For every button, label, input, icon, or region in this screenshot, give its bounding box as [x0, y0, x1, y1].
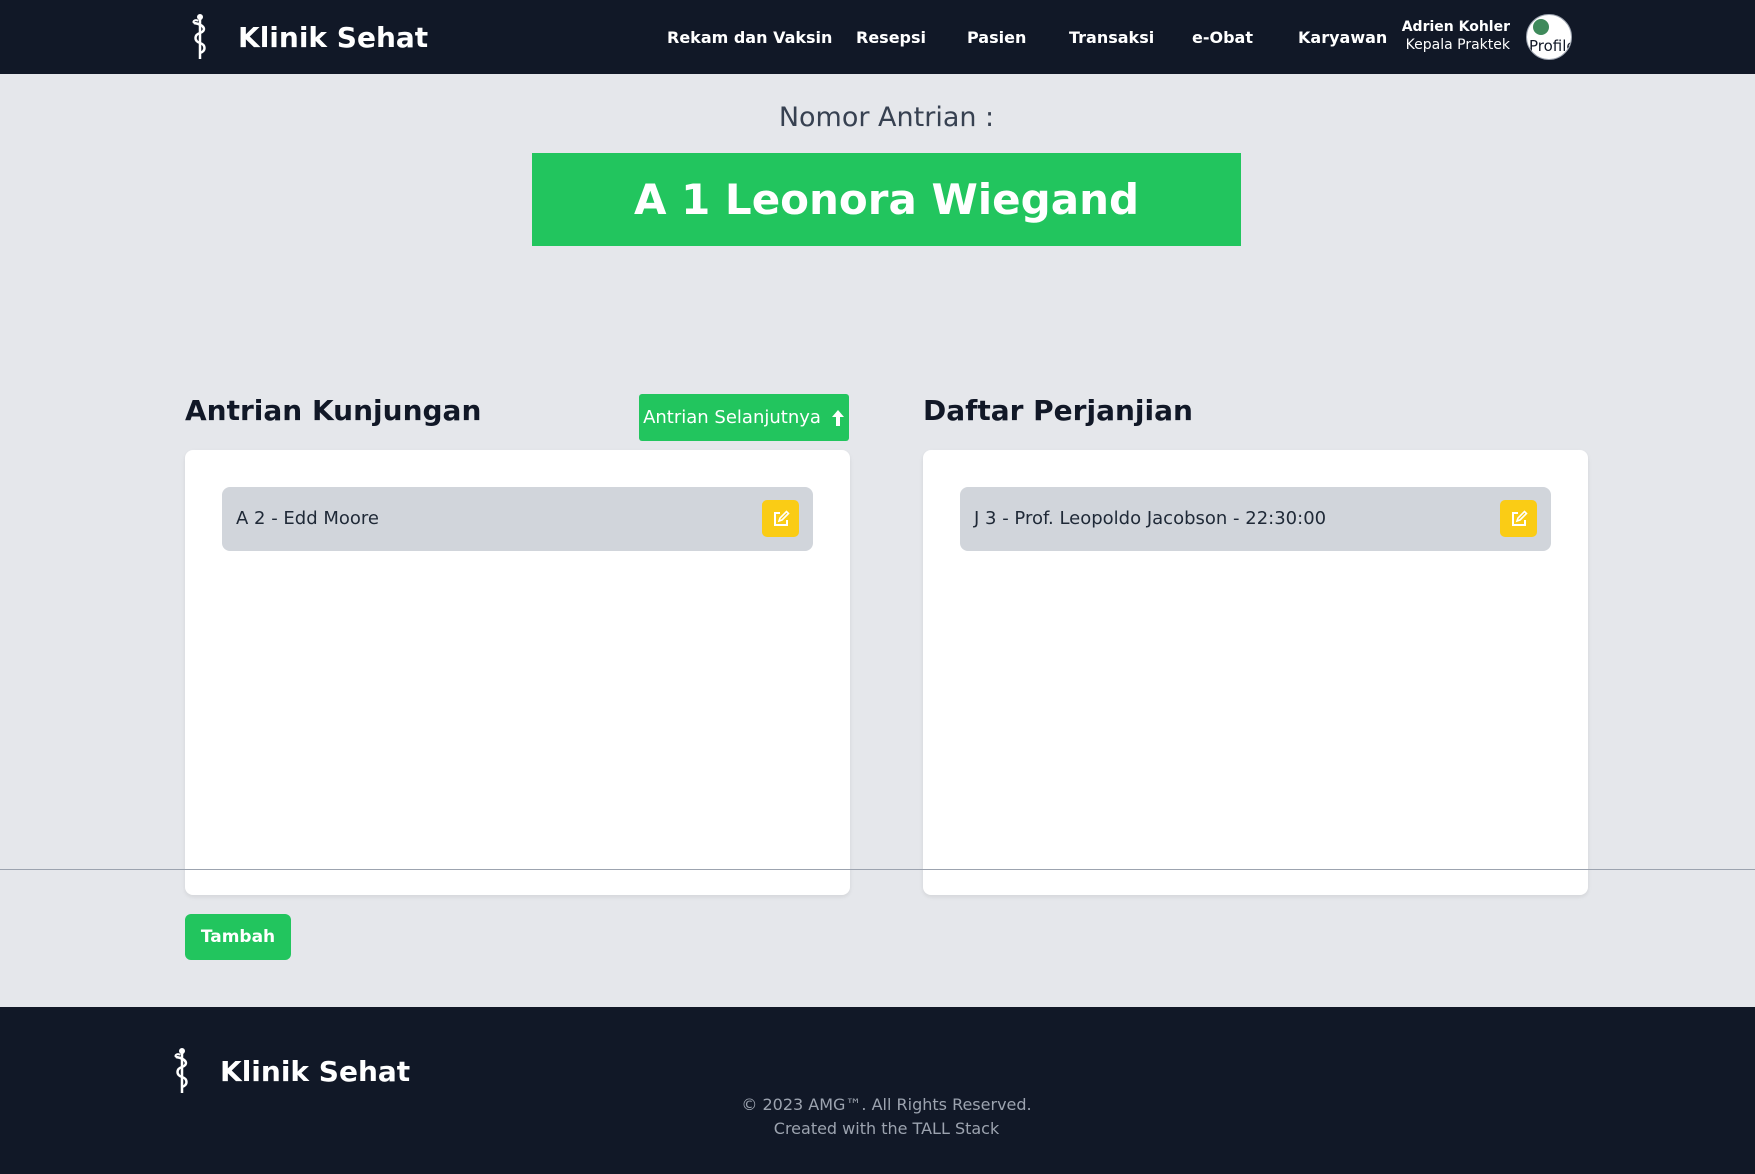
visits-panel: A 2 - Edd Moore: [185, 450, 850, 895]
nav-rekam-dan-vaksin[interactable]: Rekam dan Vaksin: [667, 0, 832, 74]
appointments-title: Daftar Perjanjian: [923, 394, 1193, 427]
nav-pasien[interactable]: Pasien: [967, 0, 1026, 74]
list-item-text: J 3 - Prof. Leopoldo Jacobson - 22:30:00: [974, 508, 1327, 529]
nav-karyawan[interactable]: Karyawan: [1298, 0, 1387, 74]
edit-button[interactable]: [1500, 500, 1537, 537]
list-item: J 3 - Prof. Leopoldo Jacobson - 22:30:00: [960, 487, 1551, 551]
list-item-text: A 2 - Edd Moore: [236, 508, 380, 529]
arrow-up-icon: [831, 409, 844, 426]
user-name: Adrien Kohler: [1401, 19, 1510, 35]
avatar-alt-text: Profile: [1529, 37, 1572, 55]
edit-icon: [773, 509, 790, 526]
footer-brand: Klinik Sehat: [172, 1045, 410, 1097]
next-queue-label: Antrian Selanjutnya: [643, 407, 821, 428]
caduceus-icon: [174, 1048, 188, 1093]
avatar[interactable]: Profile: [1526, 14, 1572, 60]
edit-button[interactable]: [762, 500, 799, 537]
nav-e-obat[interactable]: e-Obat: [1192, 0, 1253, 74]
top-navbar: Klinik Sehat Rekam dan Vaksin Resepsi Pa…: [0, 0, 1755, 74]
user-role: Kepala Praktek: [1405, 37, 1510, 53]
nav-resepsi[interactable]: Resepsi: [856, 0, 926, 74]
credit-text: Created with the TALL Stack: [773, 1119, 1000, 1138]
appointments-panel: J 3 - Prof. Leopoldo Jacobson - 22:30:00: [923, 450, 1588, 895]
list-item: A 2 - Edd Moore: [222, 487, 813, 551]
user-info: Adrien Kohler Kepala Praktek: [1400, 18, 1510, 54]
footer: Klinik Sehat © 2023 AMG™. All Rights Res…: [0, 1007, 1755, 1174]
current-queue-banner: A 1 Leonora Wiegand: [532, 153, 1241, 246]
divider: [0, 869, 1755, 870]
copyright-text: © 2023 AMG™. All Rights Reserved.: [741, 1095, 1032, 1114]
queue-label: Nomor Antrian :: [778, 102, 995, 133]
broken-image-icon: [1533, 19, 1549, 35]
copyright: © 2023 AMG™. All Rights Reserved. Create…: [0, 1093, 1755, 1141]
add-button[interactable]: Tambah: [185, 914, 291, 960]
footer-brand-name: Klinik Sehat: [220, 1054, 411, 1088]
visits-title: Antrian Kunjungan: [185, 394, 482, 427]
next-queue-button[interactable]: Antrian Selanjutnya: [639, 394, 849, 441]
edit-icon: [1511, 509, 1528, 526]
nav-transaksi[interactable]: Transaksi: [1069, 0, 1154, 74]
